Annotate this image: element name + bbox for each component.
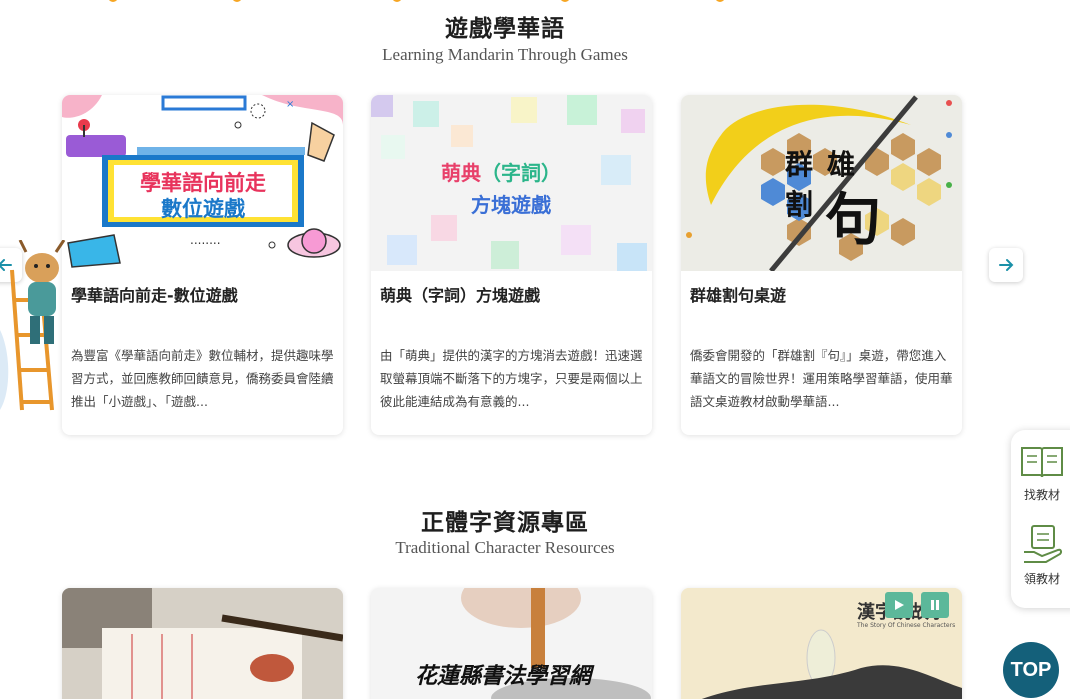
mascot-deer-illustration <box>0 239 70 415</box>
game-card-digital[interactable]: × 學華語向前走 數位遊戲 ........ 學華語向前走-數位遊戲 為豐富《學… <box>62 95 343 435</box>
game2-banner-a: 萌典 <box>441 161 481 185</box>
games-section-title: 遊戲學華語 <box>445 16 565 42</box>
game-card-image: × 學華語向前走 數位遊戲 ........ <box>62 95 343 271</box>
traditional-section-subtitle: Traditional Character Resources <box>395 538 615 557</box>
game-card-title: 群雄割句桌遊 <box>690 286 787 305</box>
game-card-boardgame[interactable]: 群 雄 割 句 群雄割句桌遊 僑委會開發的「群雄割『句』」桌遊，帶您進入華語文的… <box>681 95 962 435</box>
game3-banner-d: 句 <box>825 187 881 253</box>
game-card-desc: 由「萌典」提供的漢字的方塊消去遊戲！迅速選取螢幕頂端不斷落下的方塊字，只要是兩個… <box>380 348 643 409</box>
hand-receive-book-icon <box>1024 525 1063 563</box>
game-card-desc: 僑委會開發的「群雄割『句』」桌遊，帶您進入華語文的冒險世界！運用策略學習華語，使… <box>690 348 953 409</box>
game1-banner-line2: 數位遊戲 <box>161 197 245 221</box>
calligraphy-book-image <box>62 588 343 699</box>
game-card-image: 萌典（字詞） 方塊遊戲 <box>371 95 652 271</box>
find-materials-label: 找教材 <box>1023 488 1060 502</box>
carousel-next-button[interactable] <box>989 248 1023 282</box>
video-pause-button[interactable] <box>921 592 949 618</box>
game-card-moedict[interactable]: 萌典（字詞） 方塊遊戲 萌典（字詞）方塊遊戲 由「萌典」提供的漢字的方塊消去遊戲… <box>371 95 652 435</box>
game2-banner: 萌典（字詞） <box>441 157 561 186</box>
game-card-title: 萌典（字詞）方塊遊戲 <box>380 286 541 305</box>
pause-icon <box>931 600 939 610</box>
game2-banner-c: 方塊遊戲 <box>471 193 551 217</box>
games-section-subtitle: Learning Mandarin Through Games <box>382 45 628 64</box>
character-story-subtitle: The Story Of Chinese Characters <box>857 622 956 629</box>
arrow-right-icon <box>999 259 1014 271</box>
get-materials-label: 領教材 <box>1023 572 1060 586</box>
resource-card-character-story[interactable]: 漢字說故事 The Story Of Chinese Characters <box>681 588 962 699</box>
get-materials-button[interactable]: 領教材 <box>1011 524 1070 587</box>
game-card-image: 群 雄 割 句 <box>681 95 962 271</box>
game-card-title: 學華語向前走-數位遊戲 <box>71 286 238 305</box>
find-materials-button[interactable]: 找教材 <box>1011 444 1070 503</box>
calligraphy-site-title: 花蓮縣書法學習網 <box>415 663 592 689</box>
side-shortcut-panel: 找教材 領教材 <box>1011 430 1070 608</box>
game1-banner-dots: ........ <box>190 233 221 247</box>
svg-text:×: × <box>286 99 294 110</box>
open-book-icon <box>1021 447 1063 478</box>
play-icon <box>895 600 904 610</box>
game3-banner-a: 群 <box>785 148 814 181</box>
back-to-top-button[interactable]: TOP <box>1003 642 1059 698</box>
top-decoration <box>0 0 1070 4</box>
resource-card-calligraphy-site[interactable]: 花蓮縣書法學習網 <box>371 588 652 699</box>
game3-banner-c: 割 <box>785 188 814 221</box>
traditional-section-title: 正體字資源專區 <box>421 510 589 536</box>
resource-card-calligraphy-book[interactable] <box>62 588 343 699</box>
video-play-button[interactable] <box>885 592 913 618</box>
game-card-desc: 為豐富《學華語向前走》數位輔材，提供趣味學習方式，並回應教師回饋意見，僑務委員會… <box>71 348 334 409</box>
game2-banner-b: （字詞） <box>481 161 561 185</box>
